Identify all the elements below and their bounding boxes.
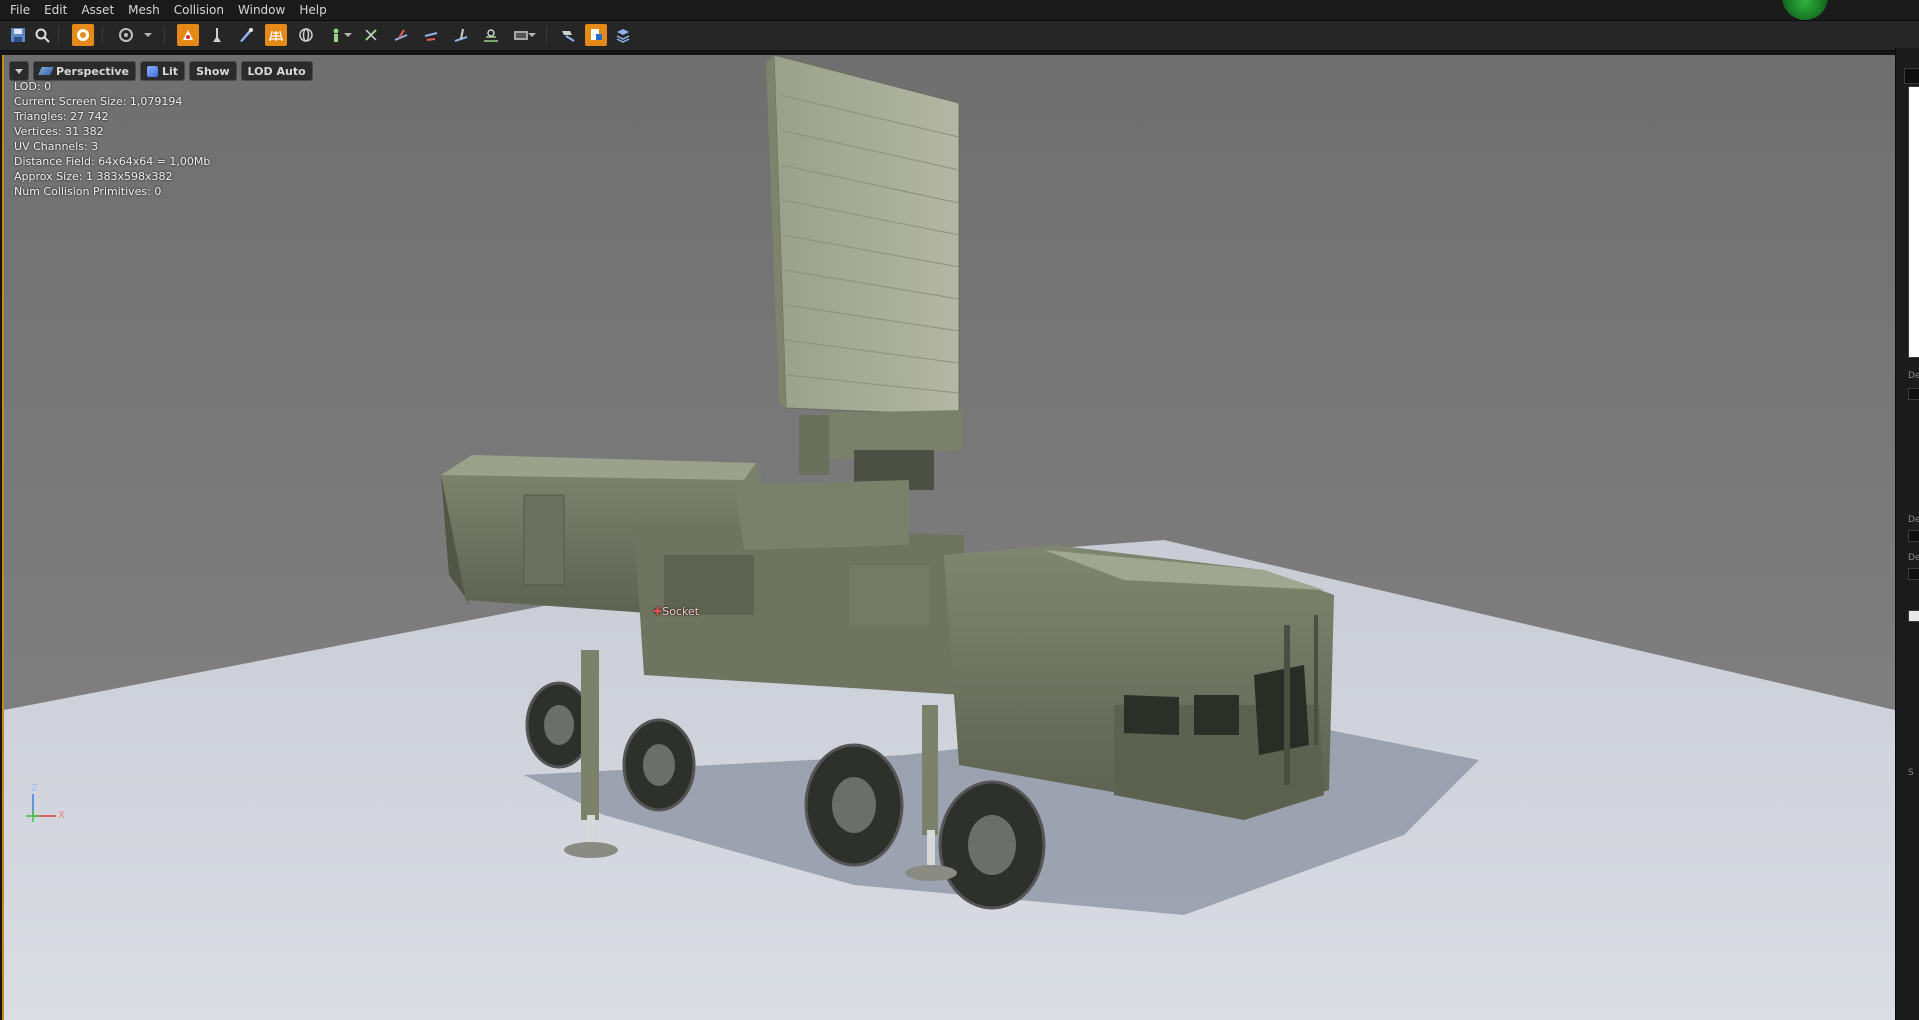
- menu-window[interactable]: Window: [231, 0, 292, 20]
- sockets-icon[interactable]: [177, 24, 199, 46]
- normals-icon[interactable]: [360, 24, 382, 46]
- details-label: S: [1908, 768, 1914, 778]
- stat-uv-channels: UV Channels: 3: [14, 140, 99, 153]
- stat-vertices: Vertices: 31 382: [14, 125, 104, 138]
- stat-distance-field: Distance Field: 64x64x64 = 1,00Mb: [14, 155, 211, 168]
- menu-help[interactable]: Help: [292, 0, 333, 20]
- details-panel-edge: De De De S: [1895, 48, 1919, 1020]
- details-label: De: [1908, 371, 1919, 381]
- uv-icon[interactable]: [235, 24, 257, 46]
- axis-gizmo: Z X: [18, 780, 68, 830]
- binormals-icon[interactable]: [420, 24, 442, 46]
- menu-asset[interactable]: Asset: [74, 0, 121, 20]
- perspective-icon: [38, 67, 54, 75]
- reimport-icon[interactable]: [72, 24, 94, 46]
- chevron-down-icon: [15, 68, 23, 74]
- vertices-icon[interactable]: [450, 24, 472, 46]
- menu-mesh[interactable]: Mesh: [121, 0, 167, 20]
- tangents-icon[interactable]: [390, 24, 412, 46]
- stat-triangles: Triangles: 27 742: [14, 110, 109, 123]
- axis-x-label: X: [58, 810, 65, 821]
- lod-button[interactable]: LOD Auto: [240, 61, 313, 81]
- stat-approx-size: Approx Size: 1 383x598x382: [14, 170, 173, 183]
- lit-button[interactable]: Lit: [140, 61, 186, 81]
- camera-speed-dropdown[interactable]: [144, 33, 152, 37]
- details-value-field[interactable]: [1908, 388, 1919, 400]
- stat-lod: LOD: 0: [14, 80, 52, 93]
- socket-marker-icon: ✚: [653, 605, 663, 618]
- find-in-browser-icon[interactable]: [31, 24, 53, 46]
- viewport-toolbar: Perspective Lit Show LOD Auto: [9, 61, 313, 81]
- axis-z-label: Z: [31, 783, 38, 794]
- stat-collision-primitives: Num Collision Primitives: 0: [14, 185, 162, 198]
- socket-label[interactable]: ✚Socket: [653, 605, 699, 618]
- simplygon-icon[interactable]: [585, 24, 607, 46]
- menu-collision[interactable]: Collision: [167, 0, 231, 20]
- mesh-stats: LOD: 0 Current Screen Size: 1,079194 Tri…: [14, 79, 210, 199]
- reset-camera-icon[interactable]: [557, 24, 579, 46]
- pivot-icon[interactable]: [206, 24, 228, 46]
- save-icon[interactable]: [7, 24, 29, 46]
- show-button[interactable]: Show: [189, 61, 237, 81]
- layers-icon[interactable]: [612, 24, 634, 46]
- menu-file[interactable]: File: [0, 0, 37, 20]
- details-value-field[interactable]: [1908, 530, 1919, 542]
- details-checkbox[interactable]: [1908, 610, 1919, 622]
- menu-edit[interactable]: Edit: [37, 0, 74, 20]
- view-options-dropdown[interactable]: [528, 33, 536, 37]
- search-icon[interactable]: [1904, 68, 1919, 84]
- scene-render: [4, 55, 1895, 1020]
- stat-screen-size: Current Screen Size: 1,079194: [14, 95, 183, 108]
- details-value-field[interactable]: [1908, 568, 1919, 580]
- viewport-options-dropdown[interactable]: [9, 61, 29, 81]
- lit-icon: [147, 65, 159, 77]
- details-label: De: [1908, 515, 1919, 525]
- main-toolbar: [0, 21, 1919, 51]
- source-control-indicator[interactable]: [1782, 0, 1828, 20]
- perspective-button[interactable]: Perspective: [33, 61, 137, 81]
- collision-dropdown[interactable]: [344, 33, 352, 37]
- bounds-icon[interactable]: [295, 24, 317, 46]
- grid-icon[interactable]: [265, 24, 287, 46]
- details-list[interactable]: [1908, 86, 1919, 358]
- mesh-viewport[interactable]: Perspective Lit Show LOD Auto LOD: 0 Cur…: [2, 55, 1895, 1020]
- menu-bar: File Edit Asset Mesh Collision Window He…: [0, 0, 1919, 21]
- camera-speed-icon[interactable]: [116, 24, 138, 46]
- lod-icon[interactable]: [480, 24, 502, 46]
- details-label: De: [1908, 553, 1919, 563]
